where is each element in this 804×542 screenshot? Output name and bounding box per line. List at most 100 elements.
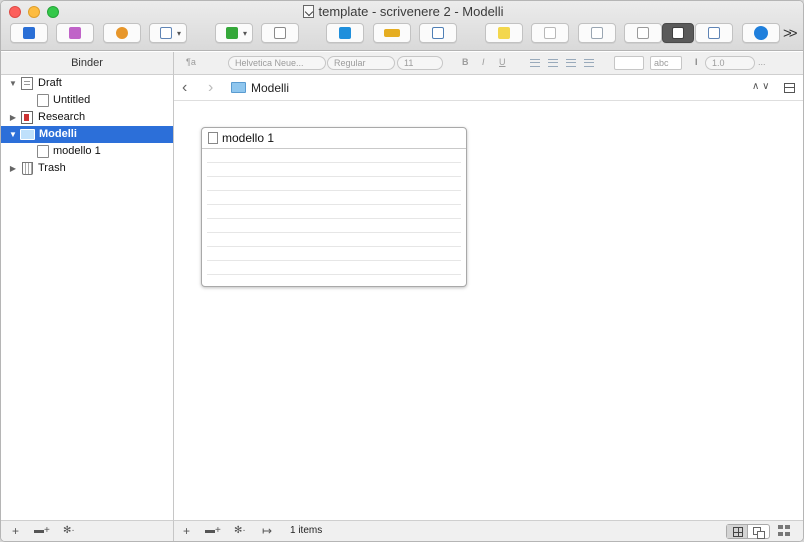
binder-item-draft[interactable]: ▼ Draft	[1, 75, 173, 92]
scrivenings-view-button[interactable]	[624, 23, 662, 43]
line-spacing-select[interactable]: 1.0	[705, 56, 755, 70]
editor-title[interactable]: Modelli	[251, 81, 289, 95]
binder-item-modello-1[interactable]: modello 1	[1, 143, 173, 160]
format-bar: ¶a Helvetica Neue... Regular 11 B I U ab…	[174, 52, 803, 75]
quick-reference-icon	[339, 27, 351, 39]
snapshot-icon	[544, 27, 556, 39]
navigate-up-down-buttons[interactable]: ∧ ∨	[752, 81, 769, 92]
corkboard-mode-toggle[interactable]	[726, 524, 770, 539]
layout-menu-button[interactable]: ▾	[149, 23, 187, 43]
disclosure-triangle-icon[interactable]: ▼	[8, 75, 18, 92]
app-window: template - scrivenere 2 - Modelli ▾ ▾ >>…	[0, 0, 804, 542]
keywords-icon	[384, 29, 400, 37]
settings-menu-button[interactable]: ✻·	[234, 524, 246, 538]
binder-item-trash[interactable]: ▶ Trash	[1, 160, 173, 177]
grid-mode-icon[interactable]	[727, 525, 748, 538]
corkboard-icon	[672, 27, 684, 39]
underline-button[interactable]: U	[499, 56, 506, 70]
binder-toggle-button[interactable]	[10, 23, 48, 43]
toolbar: template - scrivenere 2 - Modelli ▾ ▾ >>	[1, 1, 803, 51]
chevron-down-icon: ▾	[242, 29, 247, 38]
window-title-text: template - scrivenere 2 - Modelli	[318, 4, 504, 19]
toolbar-overflow-button[interactable]: >>	[783, 25, 797, 42]
disclosure-triangle-icon[interactable]: ▼	[8, 126, 18, 143]
binder-footer: + ▬+ ✻·	[1, 520, 174, 541]
disclosure-triangle-icon[interactable]: ▶	[8, 160, 18, 177]
binder-toggle-icon	[23, 27, 35, 39]
outliner-icon	[708, 27, 720, 39]
inspector-button[interactable]	[742, 23, 780, 43]
align-justify-icon[interactable]	[584, 59, 594, 67]
card-size-icon[interactable]	[778, 525, 791, 537]
align-left-icon[interactable]	[530, 59, 540, 67]
move-to-trash-button[interactable]	[261, 23, 299, 43]
corkboard-view-button[interactable]	[662, 23, 694, 43]
editor-header: ‹ › Modelli ∧ ∨	[174, 76, 803, 101]
add-folder-button[interactable]: ▬+	[34, 524, 50, 538]
index-card-header: modello 1	[202, 128, 466, 149]
binder-item-label: Trash	[38, 162, 66, 174]
font-size-select[interactable]: 11	[397, 56, 443, 70]
snapshot-button[interactable]	[531, 23, 569, 43]
align-center-icon[interactable]	[548, 59, 558, 67]
document-icon	[37, 94, 49, 107]
binder-item-label: modello 1	[53, 145, 101, 157]
index-card-title[interactable]: modello 1	[222, 131, 274, 145]
document-icon	[208, 132, 218, 144]
edit-button[interactable]	[419, 23, 457, 43]
freeform-mode-icon[interactable]	[753, 527, 765, 539]
outliner-view-button[interactable]	[695, 23, 733, 43]
trash-icon	[274, 27, 286, 39]
align-right-icon[interactable]	[566, 59, 576, 67]
binder-item-label: Untitled	[53, 94, 91, 106]
folder-icon	[20, 129, 35, 140]
keywords-button[interactable]	[373, 23, 411, 43]
corkboard: modello 1	[174, 102, 803, 520]
sync-icon	[116, 27, 128, 39]
chevron-down-icon: ▾	[176, 29, 181, 38]
font-family-select[interactable]: Helvetica Neue...	[228, 56, 326, 70]
format-bar-more-button[interactable]: ...	[758, 56, 766, 70]
collections-icon	[69, 27, 81, 39]
add-item-button[interactable]: +	[12, 524, 19, 538]
bold-button[interactable]: B	[462, 56, 469, 70]
split-editor-icon[interactable]	[784, 83, 795, 93]
binder-item-modelli[interactable]: ▼ Modelli	[1, 126, 173, 143]
window-title: template - scrivenere 2 - Modelli	[1, 4, 803, 19]
document-icon	[37, 145, 49, 158]
binder-item-label: Draft	[38, 77, 62, 89]
disclosure-triangle-icon[interactable]: ▶	[8, 109, 18, 126]
composition-mode-button[interactable]	[578, 23, 616, 43]
binder-item-untitled[interactable]: Untitled	[1, 92, 173, 109]
settings-menu-button[interactable]: ✻·	[63, 524, 75, 538]
layout-icon	[160, 27, 172, 39]
add-item-button[interactable]: +	[183, 524, 190, 538]
item-count: 1 items	[290, 525, 323, 536]
collections-button[interactable]	[56, 23, 94, 43]
quick-reference-button[interactable]	[326, 23, 364, 43]
highlight-color-well[interactable]: abc	[650, 56, 682, 70]
add-document-button[interactable]: ▾	[215, 23, 253, 43]
text-color-well[interactable]	[614, 56, 644, 70]
binder-item-label: Research	[38, 111, 86, 123]
line-spacing-icon: Ι	[695, 57, 698, 67]
draft-folder-icon	[21, 77, 33, 90]
paragraph-style-menu[interactable]: ¶a	[186, 56, 196, 70]
index-card[interactable]: modello 1	[201, 127, 467, 287]
font-style-select[interactable]: Regular	[327, 56, 395, 70]
move-out-button[interactable]: ↦	[262, 524, 272, 538]
binder-item-research[interactable]: ▶ Research	[1, 109, 173, 126]
italic-button[interactable]: I	[482, 56, 485, 70]
forward-button[interactable]: ›	[208, 79, 213, 97]
binder-tree: ▼ Draft Untitled ▶ Research ▼ Modelli mo…	[1, 75, 174, 520]
sync-button[interactable]	[103, 23, 141, 43]
index-card-synopsis[interactable]	[207, 149, 461, 285]
edit-icon	[432, 27, 444, 39]
folder-icon	[231, 82, 246, 93]
add-folder-button[interactable]: ▬+	[205, 524, 221, 538]
add-icon	[226, 27, 238, 39]
research-folder-icon	[21, 111, 33, 124]
back-button[interactable]: ‹	[182, 79, 187, 97]
document-proxy-icon	[302, 5, 314, 18]
comment-button[interactable]	[485, 23, 523, 43]
